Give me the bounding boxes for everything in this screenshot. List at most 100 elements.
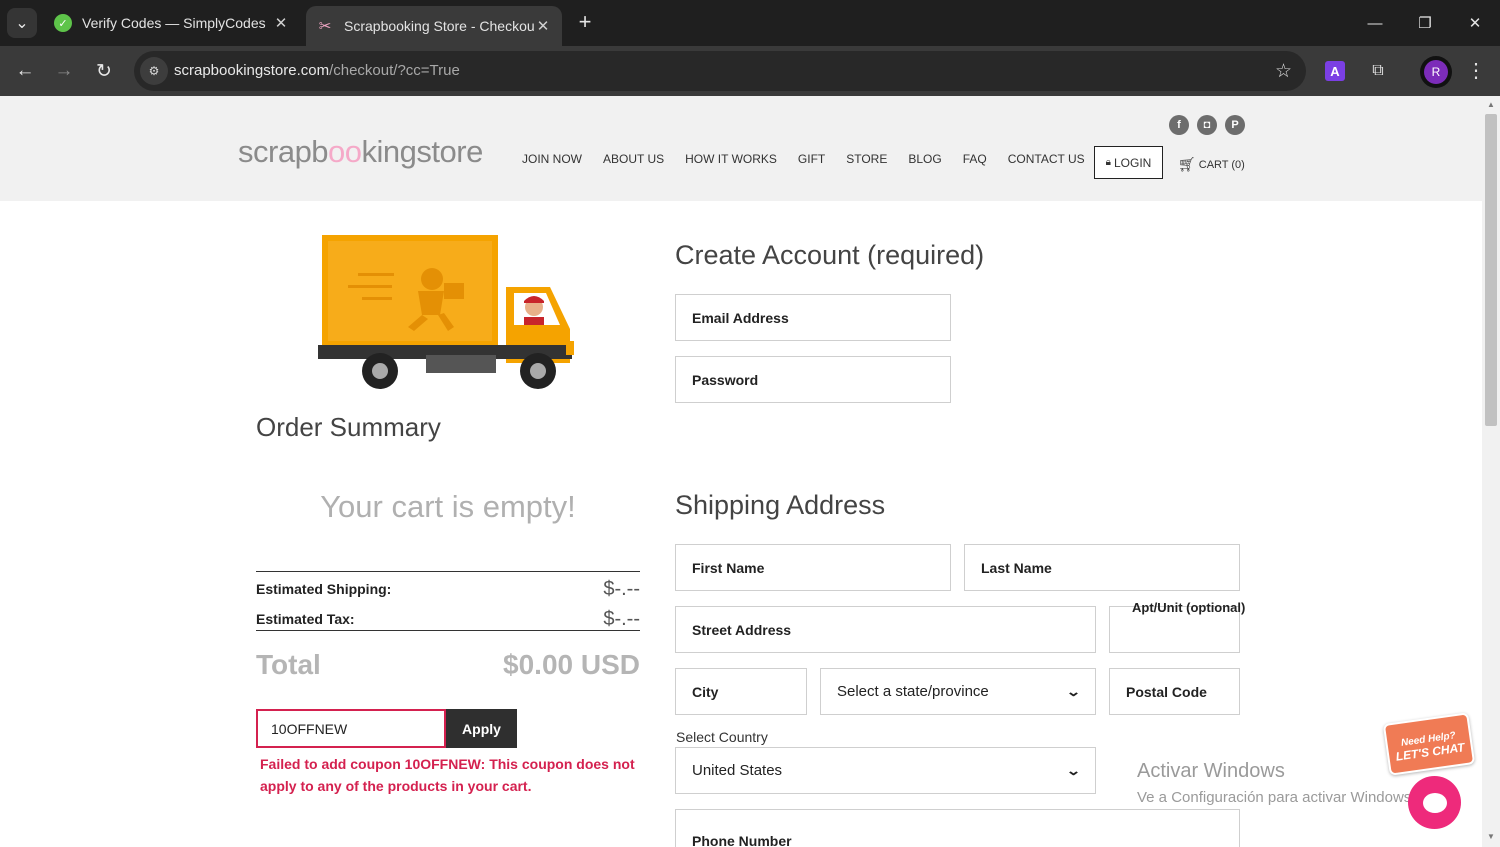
nav-contact-us[interactable]: CONTACT US: [1008, 152, 1085, 166]
country-select[interactable]: United States ⌄: [675, 747, 1096, 794]
pinterest-icon[interactable]: P: [1225, 115, 1245, 135]
phone-number-field[interactable]: Phone Number: [675, 809, 1240, 847]
main-nav: JOIN NOW ABOUT US HOW IT WORKS GIFT STOR…: [522, 152, 1106, 166]
tab-title: Verify Codes — SimplyCodes: [82, 15, 266, 31]
scroll-down-arrow-icon[interactable]: ▼: [1486, 832, 1496, 841]
instagram-icon[interactable]: ◘: [1197, 115, 1217, 135]
chevron-down-icon: ⌄: [15, 15, 29, 32]
last-name-field[interactable]: Last Name: [964, 544, 1240, 591]
create-account-title: Create Account (required): [675, 240, 985, 270]
nav-about-us[interactable]: ABOUT US: [603, 152, 664, 166]
minimize-button[interactable]: —: [1350, 0, 1400, 46]
new-tab-button[interactable]: +: [572, 10, 598, 36]
tune-icon: ⚙: [148, 64, 160, 78]
forward-button[interactable]: →: [50, 57, 78, 85]
profile-avatar[interactable]: R: [1420, 56, 1452, 88]
tax-value: $-.--: [603, 608, 640, 630]
watermark-line-1: Activar Windows: [1137, 760, 1285, 782]
bookmark-star-icon[interactable]: ☆: [1275, 60, 1292, 83]
page-scrollbar[interactable]: ▲ ▼: [1482, 96, 1500, 847]
password-field[interactable]: Password: [675, 356, 951, 403]
nav-blog[interactable]: BLOG: [908, 152, 941, 166]
logo-text-accent: oo: [328, 134, 362, 169]
restore-button[interactable]: ❐: [1400, 0, 1450, 46]
delivery-truck-illustration: [318, 235, 574, 389]
tab-search-button[interactable]: ⌄: [7, 8, 37, 38]
chat-button[interactable]: [1408, 776, 1461, 829]
tab-scrapbooking-checkout[interactable]: ✂ Scrapbooking Store - Checkout ✕: [306, 6, 562, 46]
facebook-icon[interactable]: f: [1169, 115, 1189, 135]
lock-icon: 🔒︎: [1105, 157, 1111, 168]
scrapbooking-favicon: ✂: [318, 18, 332, 35]
chevron-down-icon: ⌄: [1065, 762, 1082, 778]
url-host: scrapbookingstore.com: [174, 62, 330, 79]
site-header: scrapbookingstore JOIN NOW ABOUT US HOW …: [0, 96, 1482, 201]
extensions-puzzle-icon[interactable]: ⧉: [1366, 59, 1390, 83]
extension-a-icon[interactable]: A: [1325, 61, 1345, 81]
coupon-code-input[interactable]: 10OFFNEW: [256, 709, 446, 748]
page-viewport: scrapbookingstore JOIN NOW ABOUT US HOW …: [0, 96, 1500, 847]
logo-text-suffix: kingstore: [361, 134, 484, 169]
country-select-value: United States: [692, 762, 783, 779]
minimize-icon: —: [1367, 14, 1383, 32]
site-logo[interactable]: scrapbookingstore: [238, 134, 483, 170]
scroll-up-arrow-icon[interactable]: ▲: [1486, 100, 1496, 109]
browser-toolbar: ← → ↻ ⚙ scrapbookingstore.com/checkout/?…: [0, 46, 1500, 96]
restore-icon: ❐: [1418, 15, 1432, 32]
city-field[interactable]: City: [675, 668, 807, 715]
email-field[interactable]: Email Address: [675, 294, 951, 341]
nav-faq[interactable]: FAQ: [963, 152, 987, 166]
shipping-address-title: Shipping Address: [675, 490, 886, 520]
tab-title: Scrapbooking Store - Checkout: [344, 18, 534, 34]
browser-tab-bar: ⌄ ✓ Verify Codes — SimplyCodes ✕ ✂ Scrap…: [0, 0, 1500, 46]
first-name-field[interactable]: First Name: [675, 544, 951, 591]
chat-bubble-icon: [1422, 792, 1447, 813]
coupon-error-message: Failed to add coupon 10OFFNEW: This coup…: [260, 756, 635, 794]
country-label: Select Country: [676, 729, 768, 745]
shipping-label: Estimated Shipping:: [256, 581, 392, 597]
close-window-button[interactable]: ✕: [1450, 0, 1500, 46]
nav-store[interactable]: STORE: [846, 152, 887, 166]
reload-button[interactable]: ↻: [90, 57, 118, 85]
state-select-value: Select a state/province: [837, 683, 989, 700]
site-info-button[interactable]: ⚙: [140, 57, 168, 85]
shipping-value: $-.--: [603, 578, 640, 600]
apply-coupon-button[interactable]: Apply: [446, 709, 517, 748]
reload-icon: ↻: [96, 60, 112, 82]
divider: [256, 630, 640, 631]
tax-label: Estimated Tax:: [256, 611, 355, 627]
nav-gift[interactable]: GIFT: [798, 152, 825, 166]
arrow-right-icon: →: [54, 60, 74, 81]
url-text[interactable]: scrapbookingstore.com/checkout/?cc=True: [174, 62, 460, 79]
scrollbar-thumb[interactable]: [1485, 114, 1497, 426]
order-summary-title: Order Summary: [256, 412, 441, 442]
nav-join-now[interactable]: JOIN NOW: [522, 152, 582, 166]
login-button[interactable]: 🔒︎ LOGIN: [1094, 146, 1163, 179]
watermark-line-2: Ve a Configuración para activar Windows.: [1137, 789, 1416, 806]
state-select[interactable]: Select a state/province ⌄: [820, 668, 1096, 715]
profile-initial: R: [1424, 60, 1448, 84]
empty-cart-message: Your cart is empty!: [320, 489, 576, 524]
logo-text-prefix: scrapb: [238, 134, 329, 169]
tab-simplycodes[interactable]: ✓ Verify Codes — SimplyCodes ✕: [44, 6, 300, 40]
postal-code-field[interactable]: Postal Code: [1109, 668, 1240, 715]
cart-label: CART (0): [1198, 158, 1245, 171]
address-bar[interactable]: ⚙ scrapbookingstore.com/checkout/?cc=Tru…: [134, 51, 1306, 91]
menu-kebab-icon[interactable]: ⋮: [1466, 58, 1486, 83]
back-button[interactable]: ←: [11, 57, 39, 85]
close-icon: ✕: [1468, 15, 1482, 32]
apt-unit-label: Apt/Unit (optional): [1132, 600, 1246, 615]
arrow-left-icon: ←: [15, 60, 35, 81]
cart-link[interactable]: 🛒︎ CART (0): [1178, 156, 1245, 173]
chat-help-sign[interactable]: Need Help? LET'S CHAT: [1382, 712, 1476, 776]
street-address-field[interactable]: Street Address: [675, 606, 1096, 653]
close-icon[interactable]: ✕: [272, 14, 290, 32]
cart-icon: 🛒︎: [1178, 156, 1196, 172]
chevron-down-icon: ⌄: [1065, 683, 1082, 699]
total-label: Total: [256, 649, 321, 680]
nav-how-it-works[interactable]: HOW IT WORKS: [685, 152, 777, 166]
url-path: /checkout/?cc=True: [329, 62, 460, 79]
total-value: $0.00 USD: [503, 649, 640, 680]
close-icon[interactable]: ✕: [534, 17, 552, 35]
divider: [256, 571, 640, 572]
